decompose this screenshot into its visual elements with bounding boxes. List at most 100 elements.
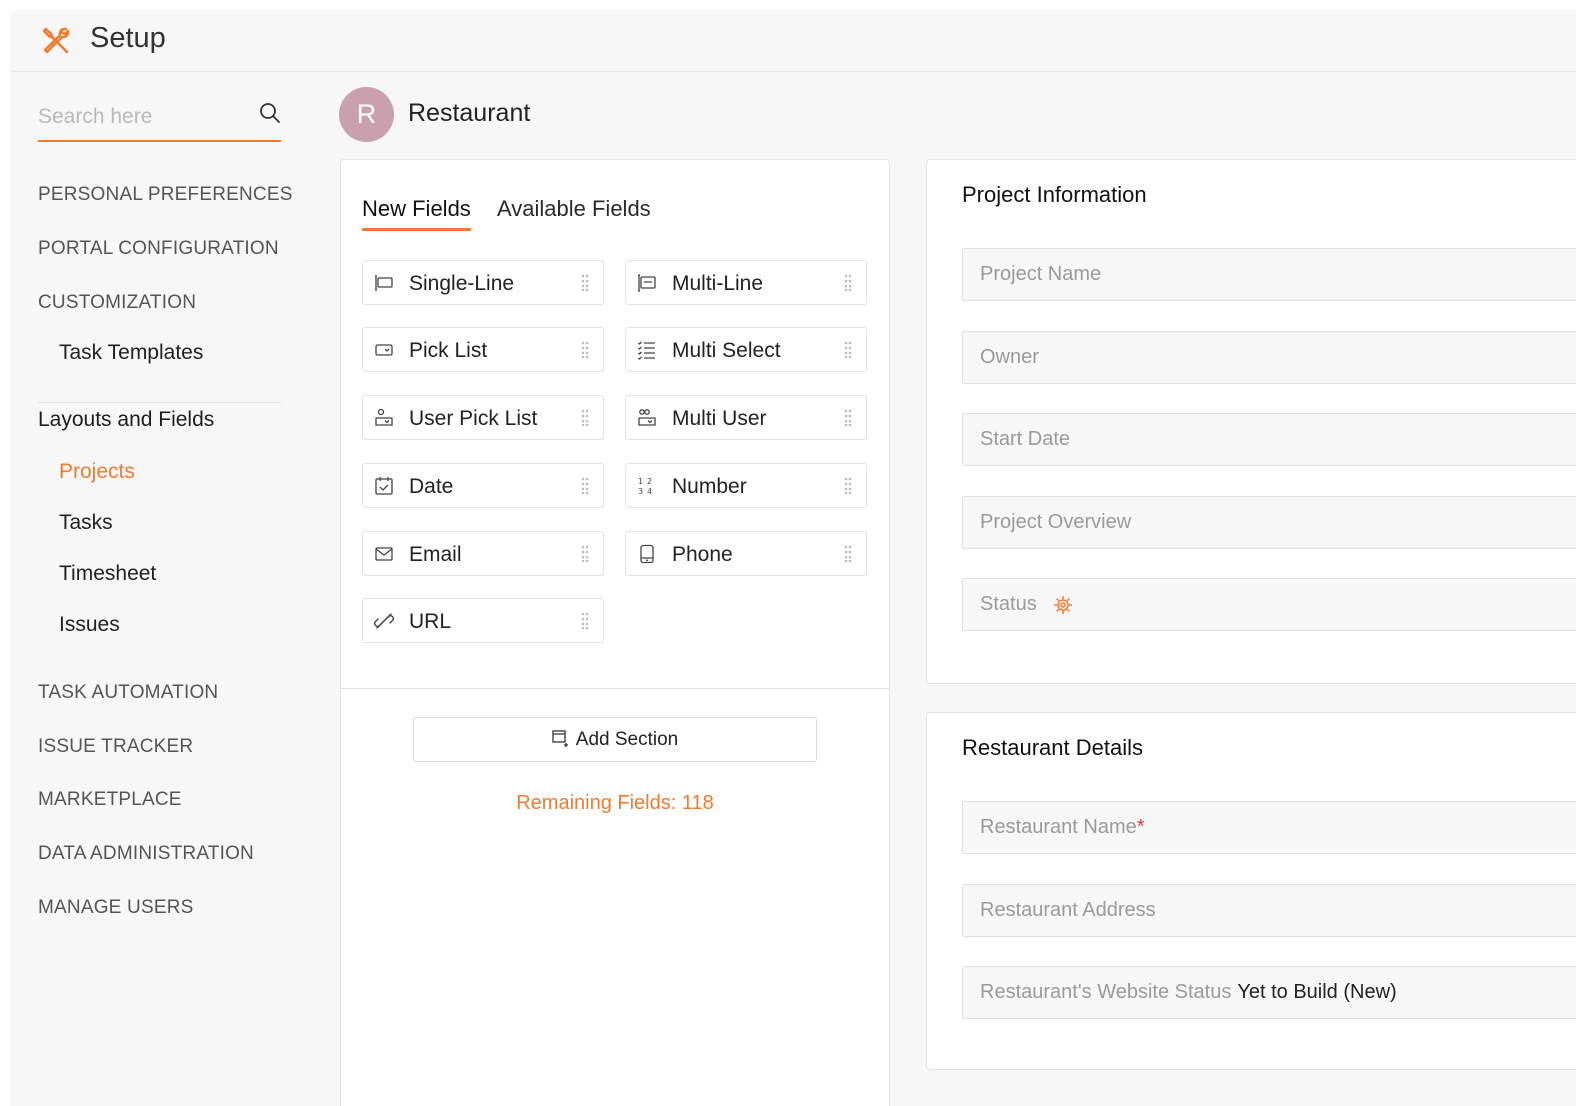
multi-line-icon: [638, 274, 656, 292]
svg-text:1: 1: [638, 477, 643, 486]
section-title: Project Information: [962, 182, 1147, 207]
sidebar: PERSONAL PREFERENCES PORTAL CONFIGURATIO…: [10, 72, 310, 1106]
sidebar-section-personal-preferences[interactable]: PERSONAL PREFERENCES: [38, 184, 293, 206]
search-input[interactable]: [38, 100, 248, 134]
sidebar-item-timesheet[interactable]: Timesheet: [59, 562, 156, 586]
drag-handle-icon[interactable]: [844, 341, 852, 359]
field-card-multi-line[interactable]: Multi-Line: [625, 260, 867, 305]
multi-user-icon: [638, 409, 656, 426]
form-field-status[interactable]: Status: [962, 578, 1576, 631]
sidebar-section-portal-configuration[interactable]: PORTAL CONFIGURATION: [38, 238, 279, 260]
form-field-label: Project Name: [980, 263, 1102, 285]
number-icon: 1 23 4: [638, 477, 652, 496]
form-field-owner[interactable]: Owner: [962, 331, 1576, 384]
calendar-icon: [375, 477, 393, 495]
sidebar-group-layouts-and-fields[interactable]: Layouts and Fields: [38, 408, 214, 432]
drag-handle-icon[interactable]: [581, 274, 589, 292]
sidebar-item-issues[interactable]: Issues: [59, 613, 120, 637]
tab-available-fields[interactable]: Available Fields: [497, 196, 651, 228]
form-field-website-status[interactable]: Restaurant's Website Status Yet to Build …: [962, 966, 1576, 1019]
field-card-label: Date: [409, 475, 454, 498]
sidebar-section-data-administration[interactable]: DATA ADMINISTRATION: [38, 843, 254, 865]
form-field-label: Status: [980, 593, 1037, 615]
sidebar-divider: [38, 402, 281, 403]
panel-divider: [341, 688, 889, 689]
field-card-url[interactable]: URL: [362, 598, 604, 643]
field-card-phone[interactable]: Phone: [625, 531, 867, 576]
form-field-label: Owner: [980, 346, 1039, 368]
add-section-button[interactable]: Add Section: [413, 717, 817, 762]
field-card-number[interactable]: 1234 Number: [625, 463, 867, 508]
field-card-label: Multi User: [672, 407, 767, 430]
sidebar-section-issue-tracker[interactable]: ISSUE TRACKER: [38, 736, 193, 758]
form-field-label: Restaurant Address: [980, 899, 1156, 921]
sidebar-item-task-templates[interactable]: Task Templates: [59, 341, 203, 365]
drag-handle-icon[interactable]: [581, 341, 589, 359]
drag-handle-icon[interactable]: [844, 409, 852, 427]
remaining-fields-count: Remaining Fields: 118: [516, 792, 714, 814]
sidebar-section-manage-users[interactable]: MANAGE USERS: [38, 897, 194, 919]
field-card-user-pick-list[interactable]: User Pick List: [362, 395, 604, 440]
form-field-project-overview[interactable]: Project Overview: [962, 496, 1576, 549]
sidebar-item-projects[interactable]: Projects: [59, 460, 135, 484]
section-restaurant-details: Restaurant Details Restaurant Name* Rest…: [926, 712, 1576, 1070]
drag-handle-icon[interactable]: [581, 545, 589, 563]
form-field-project-name[interactable]: Project Name: [962, 248, 1576, 301]
sidebar-section-task-automation[interactable]: TASK AUTOMATION: [38, 682, 218, 704]
drag-handle-icon[interactable]: [581, 409, 589, 427]
single-line-icon: [375, 275, 393, 291]
search-icon[interactable]: [259, 102, 281, 124]
form-field-restaurant-address[interactable]: Restaurant Address: [962, 884, 1576, 937]
phone-icon: [640, 544, 654, 564]
field-card-label: Phone: [672, 543, 733, 566]
svg-text:3: 3: [638, 487, 643, 496]
form-field-label: Start Date: [980, 428, 1071, 450]
form-field-label: Restaurant Name*: [980, 816, 1145, 838]
field-card-label: Single-Line: [409, 272, 515, 295]
layout-avatar: R: [339, 87, 394, 142]
layout-title: Restaurant: [408, 99, 531, 127]
sidebar-section-customization[interactable]: CUSTOMIZATION: [38, 292, 196, 314]
field-card-date[interactable]: Date: [362, 463, 604, 508]
field-card-label: Multi-Line: [672, 272, 764, 295]
setup-app: Setup PERSONAL PREFERENCES PORTAL CONFIG…: [10, 10, 1576, 1106]
add-section-label: Add Section: [575, 729, 679, 750]
field-card-multi-user[interactable]: Multi User: [625, 395, 867, 440]
add-section-icon: [552, 730, 568, 747]
user-pick-list-icon: [375, 408, 393, 426]
main-content: R Restaurant New Fields Available Fields…: [311, 72, 1576, 1106]
field-card-multi-select[interactable]: Multi Select: [625, 327, 867, 372]
page-title: Setup: [90, 22, 166, 54]
required-mark: *: [1136, 816, 1145, 838]
field-card-label: User Pick List: [409, 407, 538, 430]
field-card-label: URL: [409, 610, 452, 633]
drag-handle-icon[interactable]: [844, 274, 852, 292]
section-project-information: Project Information Project Name Owner S…: [926, 159, 1576, 684]
form-field-value: Yet to Build (New): [1237, 981, 1397, 1003]
email-icon: [375, 547, 393, 561]
form-field-restaurant-name[interactable]: Restaurant Name*: [962, 801, 1576, 854]
setup-tools-icon: [42, 27, 70, 54]
gear-icon[interactable]: [1053, 595, 1073, 615]
sidebar-section-marketplace[interactable]: MARKETPLACE: [38, 789, 182, 811]
svg-text:2: 2: [647, 477, 652, 486]
drag-handle-icon[interactable]: [844, 545, 852, 563]
form-field-start-date[interactable]: Start Date: [962, 413, 1576, 466]
pick-list-icon: [375, 344, 393, 356]
field-card-pick-list[interactable]: Pick List: [362, 327, 604, 372]
drag-handle-icon[interactable]: [581, 477, 589, 495]
field-card-email[interactable]: Email: [362, 531, 604, 576]
form-field-label: Project Overview: [980, 511, 1132, 533]
drag-handle-icon[interactable]: [581, 612, 589, 630]
svg-text:4: 4: [647, 487, 652, 496]
tab-new-fields[interactable]: New Fields: [362, 196, 471, 231]
section-title: Restaurant Details: [962, 735, 1143, 760]
multi-select-icon: [638, 341, 655, 360]
form-field-label: Restaurant's Website Status Yet to Build …: [980, 981, 1397, 1003]
link-icon: [374, 613, 394, 629]
field-card-single-line[interactable]: Single-Line: [362, 260, 604, 305]
fields-panel: New Fields Available Fields Single-Line …: [340, 159, 890, 1106]
top-header: Setup: [10, 10, 1576, 72]
drag-handle-icon[interactable]: [844, 477, 852, 495]
sidebar-item-tasks[interactable]: Tasks: [59, 511, 113, 535]
